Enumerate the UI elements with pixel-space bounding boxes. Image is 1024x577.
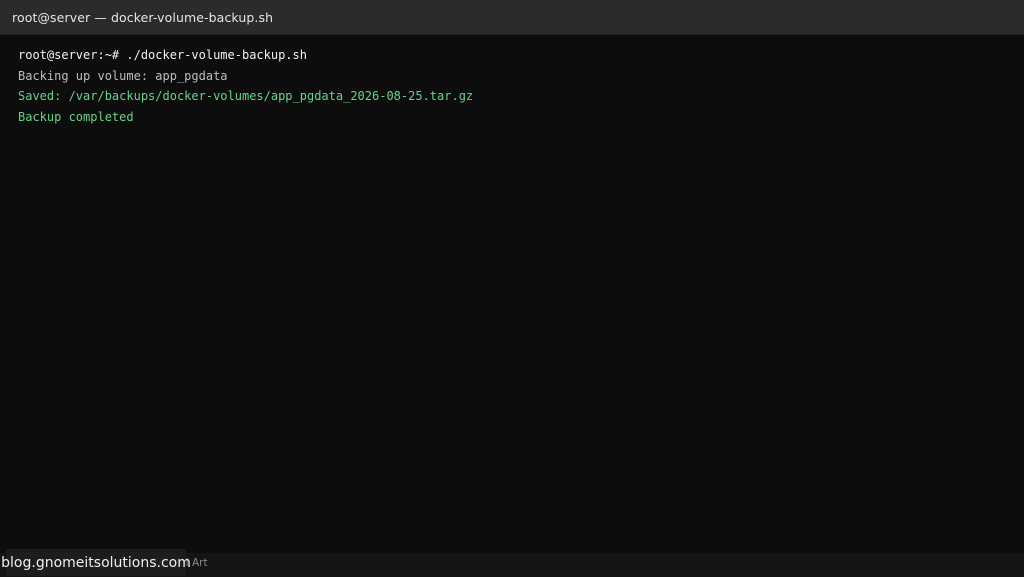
terminal-line-completed: Backup completed <box>18 109 134 124</box>
window-title: root@server — docker-volume-backup.sh <box>12 9 274 25</box>
watermark-badge: blog.gnomeitsolutions.com <box>1 549 191 576</box>
terminal-line-saved: Saved: /var/backups/docker-volumes/app_p… <box>18 89 474 103</box>
terminal-window: root@server — docker-volume-backup.sh ro… <box>0 0 1024 577</box>
terminal-output[interactable]: root@server:~# ./docker-volume-backup.sh… <box>0 35 1024 553</box>
title-bar[interactable]: root@server — docker-volume-backup.sh <box>0 0 1024 35</box>
terminal-line-info: Backing up volume: app_pgdata <box>18 68 228 83</box>
terminal-line-command: root@server:~# ./docker-volume-backup.sh <box>18 48 307 62</box>
watermark-text: blog.gnomeitsolutions.com <box>1 554 191 571</box>
